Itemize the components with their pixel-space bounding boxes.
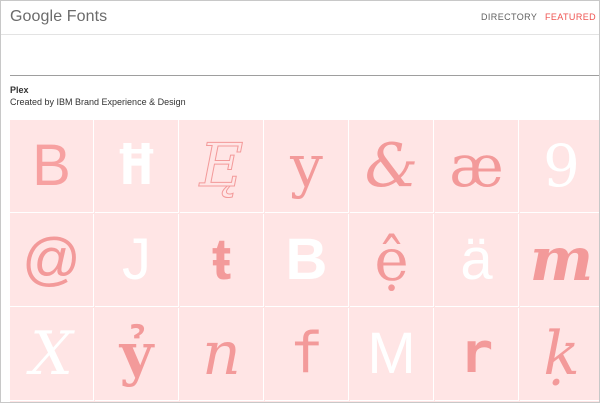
glyph-char: J (122, 227, 151, 292)
glyph-char: B (285, 227, 328, 292)
google-fonts-logo[interactable]: Google Fonts (10, 8, 107, 26)
glyph-char: & (364, 131, 419, 201)
font-designer-credit: Created by IBM Brand Experience & Design (10, 97, 186, 107)
glyph-tile[interactable]: æ (435, 120, 519, 213)
glyph-char: X (30, 319, 73, 389)
top-app-bar: Google Fonts DIRECTORY FEATURED (1, 1, 599, 35)
glyph-tile[interactable]: & (350, 120, 434, 213)
glyph-char: M (367, 321, 416, 386)
glyph-tile[interactable]: 9 (520, 120, 599, 213)
glyph-char: ä (460, 227, 493, 292)
glyph-tile[interactable]: y (265, 120, 349, 213)
glyph-char: Ę (199, 131, 244, 201)
glyph-tile[interactable]: ỷ (95, 308, 179, 401)
glyph-char: n (202, 319, 241, 389)
glyph-char: f (289, 321, 324, 386)
glyph-char: 9 (543, 132, 580, 200)
glyph-char: Ħ (119, 133, 154, 198)
glyph-char: B (32, 133, 71, 198)
glyph-tile[interactable]: @ (10, 214, 94, 307)
nav-featured-link[interactable]: FEATURED (545, 12, 596, 22)
glyph-char: @ (22, 227, 81, 292)
glyph-tile[interactable]: ệ (350, 214, 434, 307)
glyph-tile[interactable]: ŧ (180, 214, 264, 307)
glyph-char: y (290, 132, 323, 200)
glyph-tile[interactable]: ḳ (520, 308, 599, 401)
glyph-tile[interactable]: Ħ (95, 120, 179, 213)
nav-directory-link[interactable]: DIRECTORY (481, 12, 537, 22)
glyph-tile[interactable]: n (180, 308, 264, 401)
browser-viewport: Google Fonts DIRECTORY FEATURED Plex Cre… (0, 0, 600, 403)
glyph-tile[interactable]: ä (435, 214, 519, 307)
font-family-name[interactable]: Plex (10, 85, 29, 95)
glyph-tile[interactable]: J (95, 214, 179, 307)
glyph-char: æ (449, 132, 504, 200)
glyph-char: ŧ (211, 227, 232, 292)
glyph-tile[interactable]: f (265, 308, 349, 401)
section-divider (10, 75, 599, 76)
glyph-char: m (529, 225, 594, 295)
glyph-tile[interactable]: m (520, 214, 599, 307)
glyph-tile[interactable]: X (10, 308, 94, 401)
glyph-tile[interactable]: Ę (180, 120, 264, 213)
glyph-tile[interactable]: B (265, 214, 349, 307)
glyph-char: ệ (374, 226, 409, 294)
glyph-specimen-grid[interactable]: B Ħ Ęy & æ 9 @ Jŧ Bệ ä m Xỷ n f Mr ḳ (10, 120, 599, 402)
glyph-char: ḳ (543, 319, 580, 389)
glyph-tile[interactable]: r (435, 308, 519, 401)
glyph-tile[interactable]: B (10, 120, 94, 213)
glyph-char: r (459, 321, 494, 386)
glyph-tile[interactable]: M (350, 308, 434, 401)
glyph-char: ỷ (119, 320, 154, 388)
